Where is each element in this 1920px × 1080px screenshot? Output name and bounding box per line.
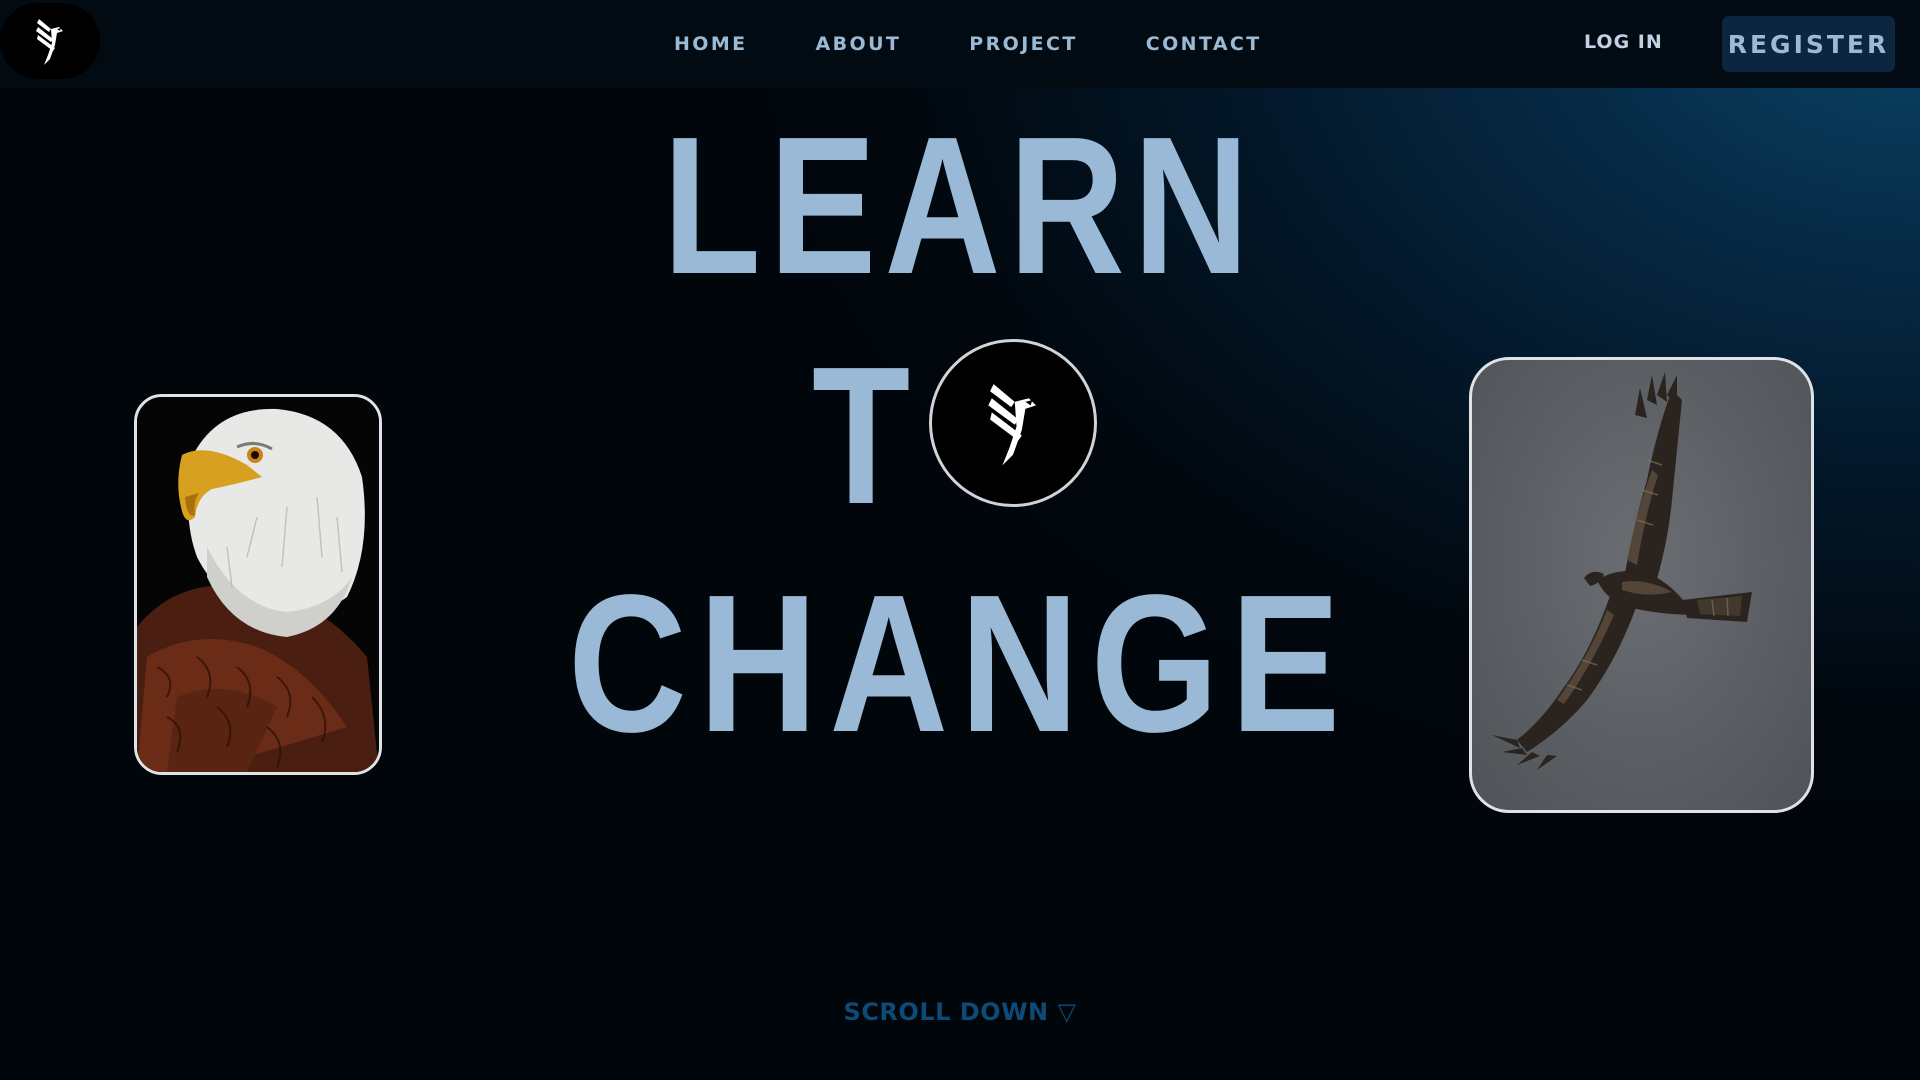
soaring-hawk-photo bbox=[1469, 357, 1814, 813]
bald-eagle-photo bbox=[134, 394, 382, 775]
nav-link-contact[interactable]: CONTACT bbox=[1146, 33, 1262, 55]
nav-link-home[interactable]: HOME bbox=[674, 33, 748, 55]
nav-link-project[interactable]: PROJECT bbox=[969, 33, 1077, 55]
top-navbar: HOME ABOUT PROJECT CONTACT LOG IN REGIST… bbox=[0, 0, 1920, 88]
scroll-down-link[interactable]: SCROLL DOWN ▽ bbox=[0, 998, 1920, 1026]
login-link[interactable]: LOG IN bbox=[1584, 31, 1663, 53]
hero-word-learn: LEARN bbox=[662, 96, 1258, 315]
register-button[interactable]: REGISTER bbox=[1722, 16, 1895, 72]
nav-link-about[interactable]: ABOUT bbox=[816, 33, 902, 55]
eagle-logo-icon bbox=[988, 384, 1036, 466]
hero-letter-t: T bbox=[812, 326, 911, 545]
eagle-logo-icon bbox=[36, 19, 63, 65]
main-nav: HOME ABOUT PROJECT CONTACT bbox=[640, 0, 1296, 88]
logo-button[interactable] bbox=[0, 3, 100, 79]
hero-logo-circle bbox=[929, 339, 1097, 507]
